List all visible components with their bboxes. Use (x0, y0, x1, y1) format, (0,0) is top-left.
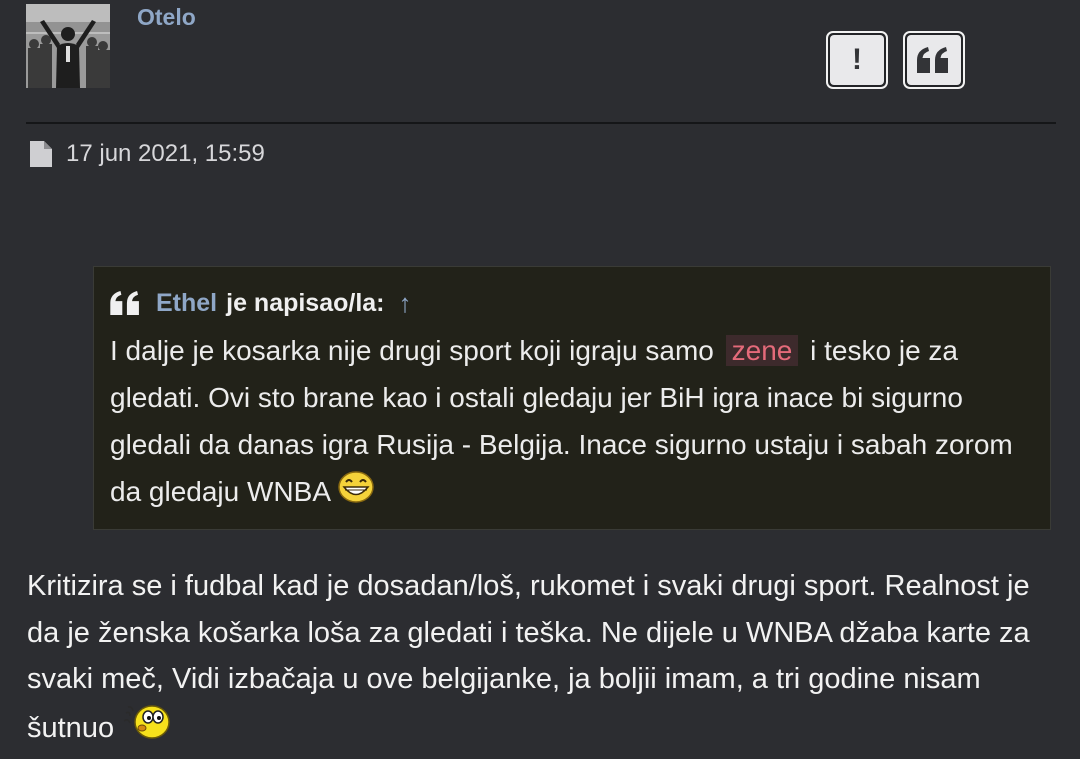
grin-smiley-icon (337, 470, 375, 518)
post-divider (26, 122, 1056, 124)
post-body: Kritizira se i fudbal kad je dosadan/loš… (27, 563, 1067, 755)
forum-post: Otelo ! 17 jun 2021, 15:59 Ethel je napi… (0, 0, 1080, 759)
quote-highlight: zene (725, 335, 799, 366)
quote-text-before: I dalje je kosarka nije drugi sport koji… (110, 335, 714, 366)
post-meta: 17 jun 2021, 15:59 (30, 140, 265, 168)
user-avatar-image (26, 4, 110, 88)
quote-text: I dalje je kosarka nije drugi sport koji… (110, 327, 1040, 518)
quote-block: Ethel je napisao/la: ↑ I dalje je kosark… (93, 266, 1051, 530)
quote-mark-icon (110, 291, 139, 315)
quote-header: Ethel je napisao/la: ↑ (110, 281, 1034, 325)
report-icon: ! (830, 35, 884, 85)
post-timestamp[interactable]: 17 jun 2021, 15:59 (66, 140, 265, 168)
quote-button[interactable] (903, 31, 965, 89)
quote-icon (907, 35, 961, 85)
report-label: ! (852, 43, 862, 76)
report-button[interactable]: ! (826, 31, 888, 89)
avatar[interactable] (26, 4, 110, 88)
quote-wrote-label: je napisao/la: (226, 288, 385, 317)
file-icon[interactable] (30, 141, 52, 167)
whistle-smiley-icon (122, 703, 172, 756)
post-body-text: Kritizira se i fudbal kad je dosadan/loš… (27, 570, 1030, 744)
quote-author-link[interactable]: Ethel (156, 289, 217, 318)
jump-to-quote-arrow-icon[interactable]: ↑ (399, 288, 412, 319)
username-link[interactable]: Otelo (137, 4, 196, 31)
quote-glyph-icon (917, 47, 948, 73)
